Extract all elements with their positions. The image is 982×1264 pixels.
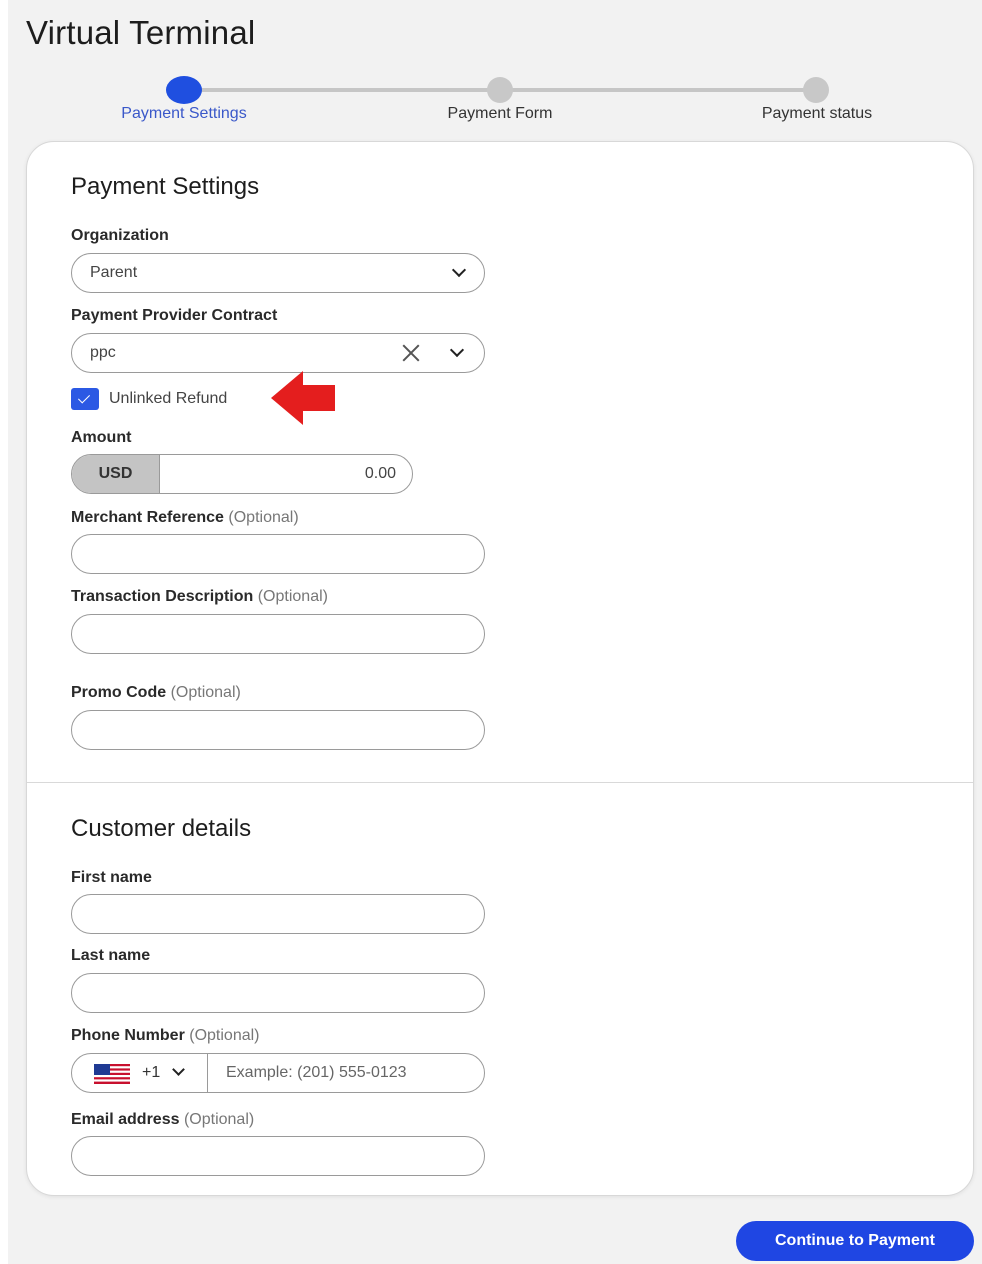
organization-select[interactable]: Parent [71, 253, 485, 293]
step-label-payment-settings[interactable]: Payment Settings [121, 105, 246, 123]
phone-number-label: Phone Number (Optional) [71, 1027, 260, 1045]
optional-tag: (Optional) [170, 684, 241, 701]
section-title-customer-details: Customer details [71, 815, 252, 842]
country-code-select[interactable]: +1 [72, 1054, 208, 1092]
phone-number-input[interactable]: Example: (201) 555-0123 [226, 1064, 407, 1082]
phone-number-field[interactable]: +1 Example: (201) 555-0123 [71, 1053, 485, 1093]
clear-x-icon[interactable] [400, 342, 422, 364]
section-divider [27, 782, 973, 783]
unlinked-refund-label[interactable]: Unlinked Refund [109, 390, 227, 408]
page-title: Virtual Terminal [26, 14, 256, 51]
promo-code-input[interactable] [71, 710, 485, 750]
chevron-down-icon [172, 1063, 185, 1076]
transaction-description-label-text: Transaction Description [71, 588, 254, 605]
amount-input[interactable]: 0.00 [365, 465, 396, 483]
stepper-connector [500, 88, 818, 92]
optional-tag: (Optional) [257, 588, 328, 605]
currency-badge: USD [72, 455, 160, 493]
last-name-label: Last name [71, 947, 151, 964]
optional-tag: (Optional) [228, 509, 299, 526]
amount-label: Amount [71, 429, 132, 446]
continue-to-payment-button[interactable]: Continue to Payment [736, 1221, 974, 1261]
amount-field[interactable]: USD 0.00 [71, 454, 413, 494]
transaction-description-label: Transaction Description (Optional) [71, 588, 328, 606]
step-label-payment-form[interactable]: Payment Form [448, 105, 553, 123]
provider-contract-value: ppc [90, 344, 116, 361]
step-dot-payment-settings[interactable] [166, 76, 202, 104]
red-arrow-annotation [271, 371, 335, 425]
chevron-down-icon[interactable] [449, 342, 465, 358]
merchant-reference-input[interactable] [71, 534, 485, 574]
progress-stepper: Payment Settings Payment Form Payment st… [0, 74, 982, 134]
provider-contract-label: Payment Provider Contract [71, 307, 278, 324]
promo-code-label-text: Promo Code [71, 684, 167, 701]
first-name-input[interactable] [71, 894, 485, 934]
country-code-value: +1 [142, 1064, 161, 1081]
unlinked-refund-checkbox[interactable] [71, 388, 99, 410]
stepper-connector [184, 88, 500, 92]
provider-contract-select[interactable]: ppc [71, 333, 485, 373]
section-title-payment-settings: Payment Settings [71, 173, 260, 200]
phone-number-label-text: Phone Number [71, 1027, 185, 1044]
chevron-down-icon [451, 262, 467, 278]
optional-tag: (Optional) [189, 1027, 260, 1044]
email-address-input[interactable] [71, 1136, 485, 1176]
step-label-payment-status[interactable]: Payment status [762, 105, 872, 123]
email-address-label: Email address (Optional) [71, 1111, 254, 1129]
merchant-reference-label: Merchant Reference (Optional) [71, 509, 299, 527]
step-dot-payment-form[interactable] [487, 77, 513, 103]
organization-label: Organization [71, 227, 169, 244]
step-dot-payment-status[interactable] [803, 77, 829, 103]
organization-value: Parent [90, 264, 138, 281]
optional-tag: (Optional) [183, 1111, 255, 1128]
us-flag-icon [94, 1064, 130, 1084]
first-name-label: First name [71, 869, 152, 886]
form-card: Payment Settings Organization Parent Pay… [26, 141, 974, 1196]
promo-code-label: Promo Code (Optional) [71, 684, 241, 702]
last-name-input[interactable] [71, 973, 485, 1013]
email-address-label-text: Email address [71, 1111, 180, 1128]
merchant-reference-label-text: Merchant Reference [71, 509, 224, 526]
transaction-description-input[interactable] [71, 614, 485, 654]
